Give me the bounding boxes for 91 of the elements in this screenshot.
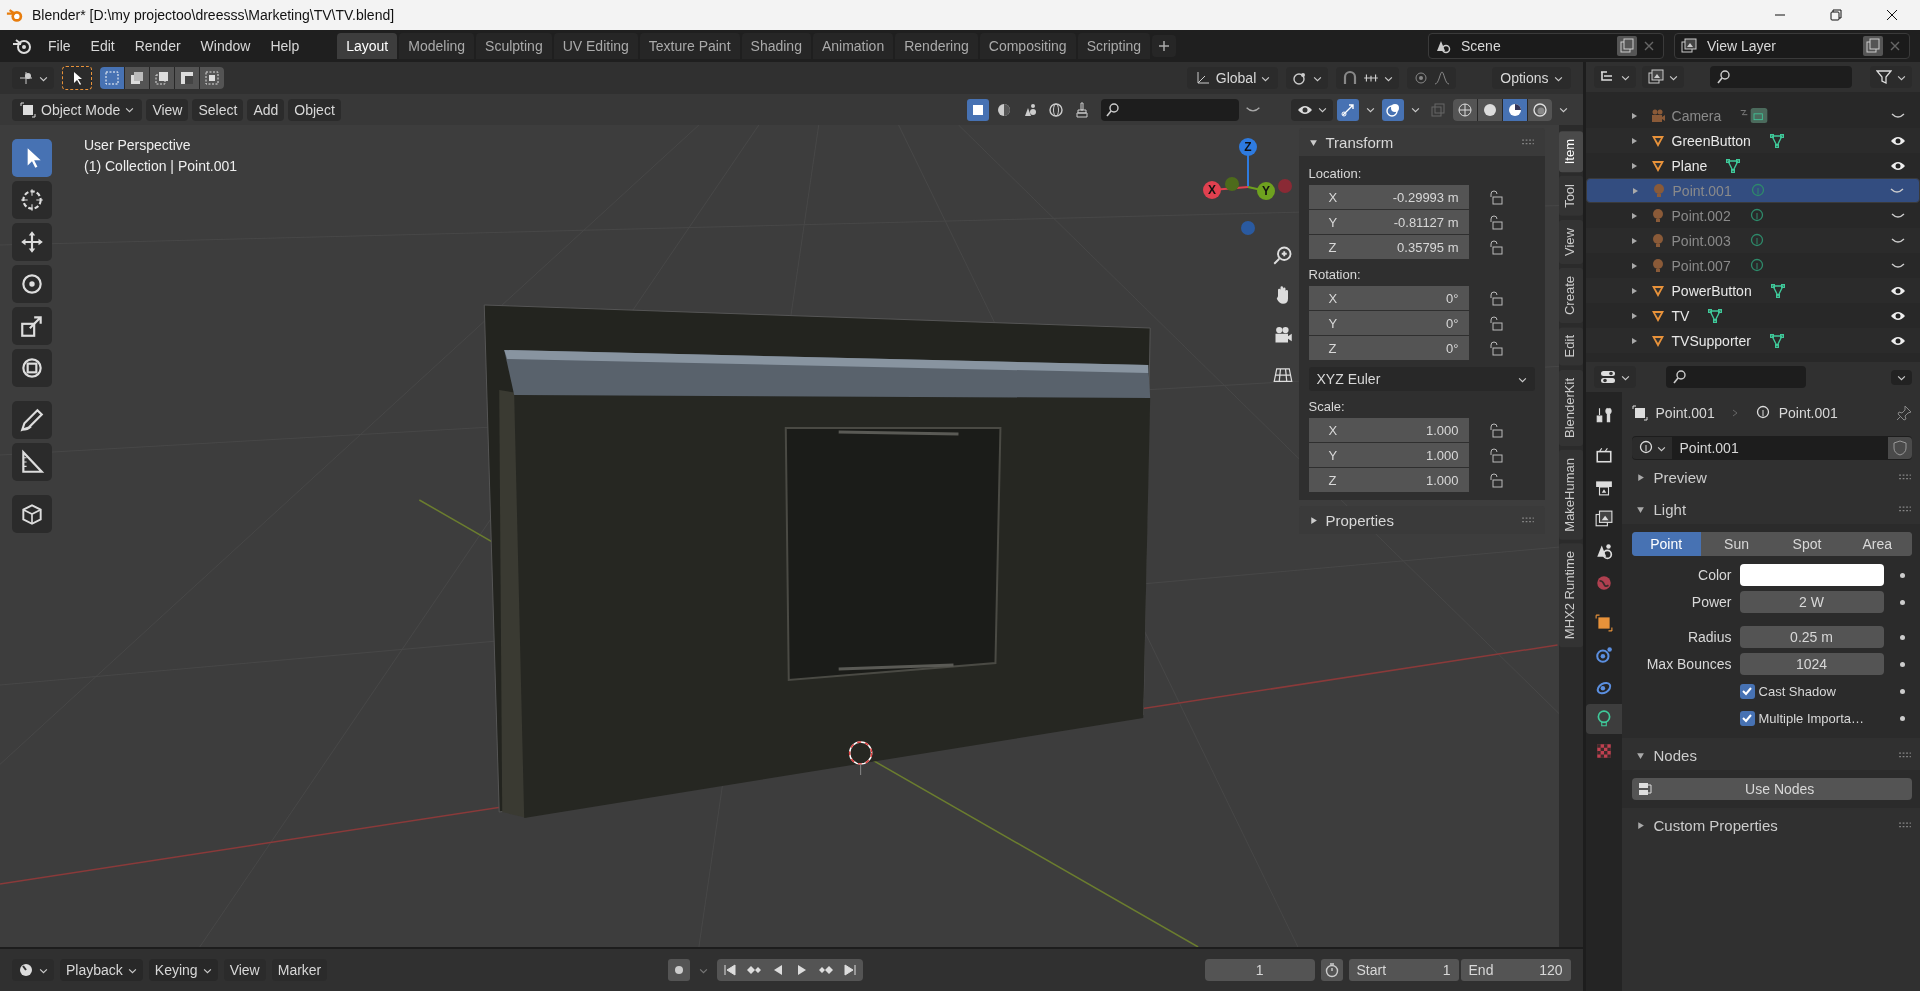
checkbox-label: Cast Shadow bbox=[1758, 683, 1836, 699]
gizmo-axis[interactable]: Y bbox=[1257, 182, 1275, 200]
outliner-row[interactable]: TV bbox=[1585, 303, 1920, 328]
field-label: Max Bounces bbox=[1645, 656, 1732, 672]
timeline-menu[interactable]: Playback bbox=[60, 959, 143, 981]
workspace-tab[interactable]: Sculpting bbox=[476, 33, 552, 59]
rotation-mode-dropdown[interactable]: XYZ Euler bbox=[1308, 367, 1535, 391]
number-field[interactable]: X 0° bbox=[1308, 286, 1469, 310]
field-label: Power bbox=[1690, 594, 1732, 610]
sidebar-tab[interactable]: Edit bbox=[1558, 327, 1583, 366]
menu-item[interactable]: Window bbox=[190, 38, 261, 54]
timeline-menu[interactable]: Keying bbox=[148, 959, 218, 981]
workspace-tab[interactable]: Texture Paint bbox=[639, 33, 740, 59]
orientation-dropdown[interactable]: Global bbox=[1186, 67, 1279, 89]
panel-header[interactable]: Properties bbox=[1298, 506, 1545, 534]
number-field[interactable]: Z 1.000 bbox=[1308, 468, 1469, 492]
outliner-row[interactable]: Point.007 bbox=[1585, 253, 1920, 278]
breadcrumb-item: Point.001 bbox=[1655, 405, 1715, 421]
current-frame-field[interactable]: 1 bbox=[1204, 959, 1315, 981]
viewport-info-text: (1) Collection | Point.001 bbox=[84, 158, 238, 174]
gizmo-axis[interactable]: X bbox=[1203, 181, 1221, 199]
object-name: Point.003 bbox=[1671, 232, 1731, 249]
object-name: Point.002 bbox=[1671, 207, 1731, 224]
number-field[interactable]: X 1.000 bbox=[1308, 418, 1469, 442]
gizmo-axis[interactable]: Z bbox=[1239, 138, 1257, 156]
object-name: Point.007 bbox=[1671, 257, 1731, 274]
number-field[interactable]: X -0.29993 m bbox=[1308, 185, 1469, 209]
outliner-row[interactable]: Plane bbox=[1585, 153, 1920, 178]
workspace-tab[interactable]: Layout bbox=[337, 33, 398, 59]
number-field[interactable]: Y 1.000 bbox=[1308, 443, 1469, 467]
menu-item[interactable]: Render bbox=[124, 38, 191, 54]
workspace-tab[interactable]: Animation bbox=[812, 33, 894, 59]
sidebar-tab[interactable]: Item bbox=[1558, 131, 1583, 173]
timeline-menu[interactable]: View bbox=[223, 959, 266, 981]
number-field[interactable]: Y 0° bbox=[1308, 311, 1469, 335]
number-field[interactable]: 2 W bbox=[1739, 591, 1884, 613]
panel-header[interactable]: Custom Properties bbox=[1631, 810, 1912, 840]
menu-item[interactable]: Edit bbox=[80, 38, 125, 54]
object-name: GreenButton bbox=[1671, 132, 1751, 149]
workspace-tab[interactable]: Scripting bbox=[1077, 33, 1151, 59]
header-menu[interactable]: View bbox=[146, 98, 189, 121]
workspace-tab[interactable]: Shading bbox=[741, 33, 811, 59]
sidebar-tab[interactable]: MakeHuman bbox=[1558, 449, 1583, 540]
options-dropdown[interactable]: Options bbox=[1492, 67, 1571, 89]
number-field[interactable]: 1024 bbox=[1739, 653, 1884, 675]
workspace-tab[interactable]: UV Editing bbox=[553, 33, 638, 59]
group-label: Scale: bbox=[1308, 399, 1346, 414]
window-title: Blender* [D:\my projectoo\dreesss\Marketing\TV\TV.blend] bbox=[32, 7, 395, 23]
object-name: Point.001 bbox=[1672, 182, 1732, 199]
workspace-tab[interactable]: Compositing bbox=[979, 33, 1076, 59]
group-label: Rotation: bbox=[1308, 267, 1362, 282]
sidebar-tab[interactable]: Tool bbox=[1558, 176, 1583, 217]
sidebar-tab[interactable]: View bbox=[1558, 220, 1583, 265]
breadcrumb-item: Point.001 bbox=[1778, 405, 1838, 421]
field-label: Radius bbox=[1686, 629, 1732, 645]
sidebar-tab[interactable]: Create bbox=[1558, 268, 1583, 324]
menu-item[interactable]: Help bbox=[260, 38, 310, 54]
number-field[interactable]: Y -0.81127 m bbox=[1308, 210, 1469, 234]
view-layer-selector[interactable]: View Layer bbox=[1674, 33, 1910, 59]
header-menu[interactable]: Add bbox=[247, 98, 285, 121]
header-menu[interactable]: Select bbox=[192, 98, 244, 121]
timeline-menu[interactable]: Marker bbox=[271, 959, 328, 981]
object-name: PowerButton bbox=[1671, 282, 1752, 299]
sidebar-tab[interactable]: BlenderKit bbox=[1558, 369, 1583, 446]
object-name: Camera bbox=[1671, 107, 1722, 124]
object-name: TV bbox=[1671, 307, 1690, 324]
panel-header[interactable]: Nodes bbox=[1631, 740, 1912, 770]
mode-dropdown[interactable]: Object Mode bbox=[12, 98, 143, 121]
panel-header[interactable]: Preview bbox=[1631, 462, 1912, 492]
end-frame-field[interactable]: End 120 bbox=[1460, 959, 1571, 981]
checkbox-label: Multiple Importa… bbox=[1758, 710, 1864, 726]
header-menu[interactable]: Object bbox=[288, 98, 341, 121]
number-field[interactable]: Z 0.35795 m bbox=[1308, 235, 1469, 259]
use-nodes-button[interactable]: Use Nodes bbox=[1631, 778, 1912, 800]
outliner-row[interactable]: Camera bbox=[1585, 103, 1920, 128]
outliner-row[interactable]: Point.002 bbox=[1585, 203, 1920, 228]
object-name: Plane bbox=[1671, 157, 1708, 174]
number-field[interactable]: 0.25 m bbox=[1739, 626, 1884, 648]
light-type-button[interactable]: Point bbox=[1631, 532, 1701, 556]
object-name: TVSupporter bbox=[1671, 332, 1751, 349]
field-label: Color bbox=[1697, 567, 1732, 583]
group-label: Location: bbox=[1308, 166, 1363, 181]
viewport-info-text: User Perspective bbox=[84, 137, 192, 153]
scene-selector[interactable]: Scene bbox=[1428, 33, 1664, 59]
number-field[interactable]: Z 0° bbox=[1308, 336, 1469, 360]
panel-header[interactable]: Light bbox=[1631, 494, 1912, 524]
workspace-tab[interactable]: Modeling bbox=[399, 33, 475, 59]
sidebar-tab[interactable]: MHX2 Runtime bbox=[1558, 543, 1583, 648]
menu-item[interactable]: File bbox=[38, 38, 81, 54]
workspace-tab[interactable]: Rendering bbox=[895, 33, 978, 59]
start-frame-field[interactable]: Start 1 bbox=[1348, 959, 1459, 981]
